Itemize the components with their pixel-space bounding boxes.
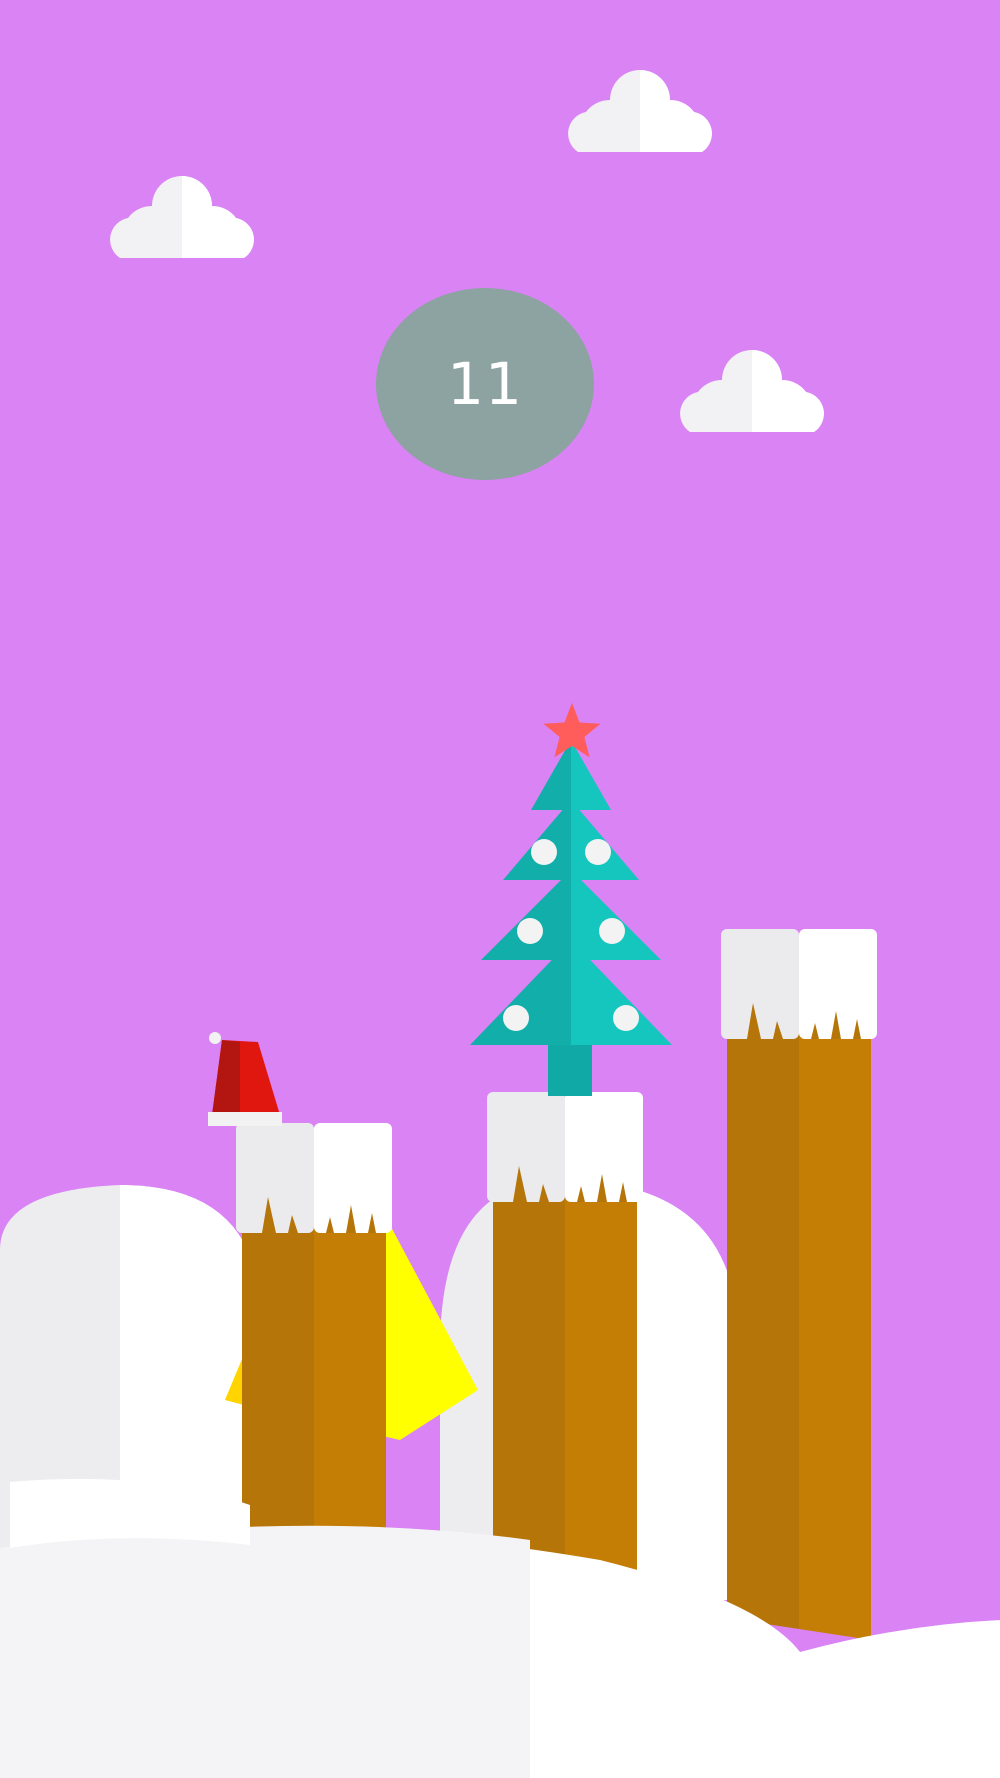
game-scene: [0, 0, 1000, 1778]
ornament: [531, 839, 557, 865]
chimney-1: [236, 1123, 392, 1536]
chimney-2: [487, 1092, 643, 1590]
snow-ground-shadow: [0, 1525, 530, 1778]
ornament: [517, 918, 543, 944]
hat-pompom: [209, 1032, 221, 1044]
chimney-3: [721, 929, 877, 1640]
score-badge: 11: [376, 288, 594, 480]
hat-brim: [208, 1112, 282, 1126]
ornament: [599, 918, 625, 944]
game-stage[interactable]: 11: [0, 0, 1000, 1778]
score-value: 11: [447, 350, 523, 418]
ornament: [585, 839, 611, 865]
ornament: [613, 1005, 639, 1031]
ornament: [503, 1005, 529, 1031]
